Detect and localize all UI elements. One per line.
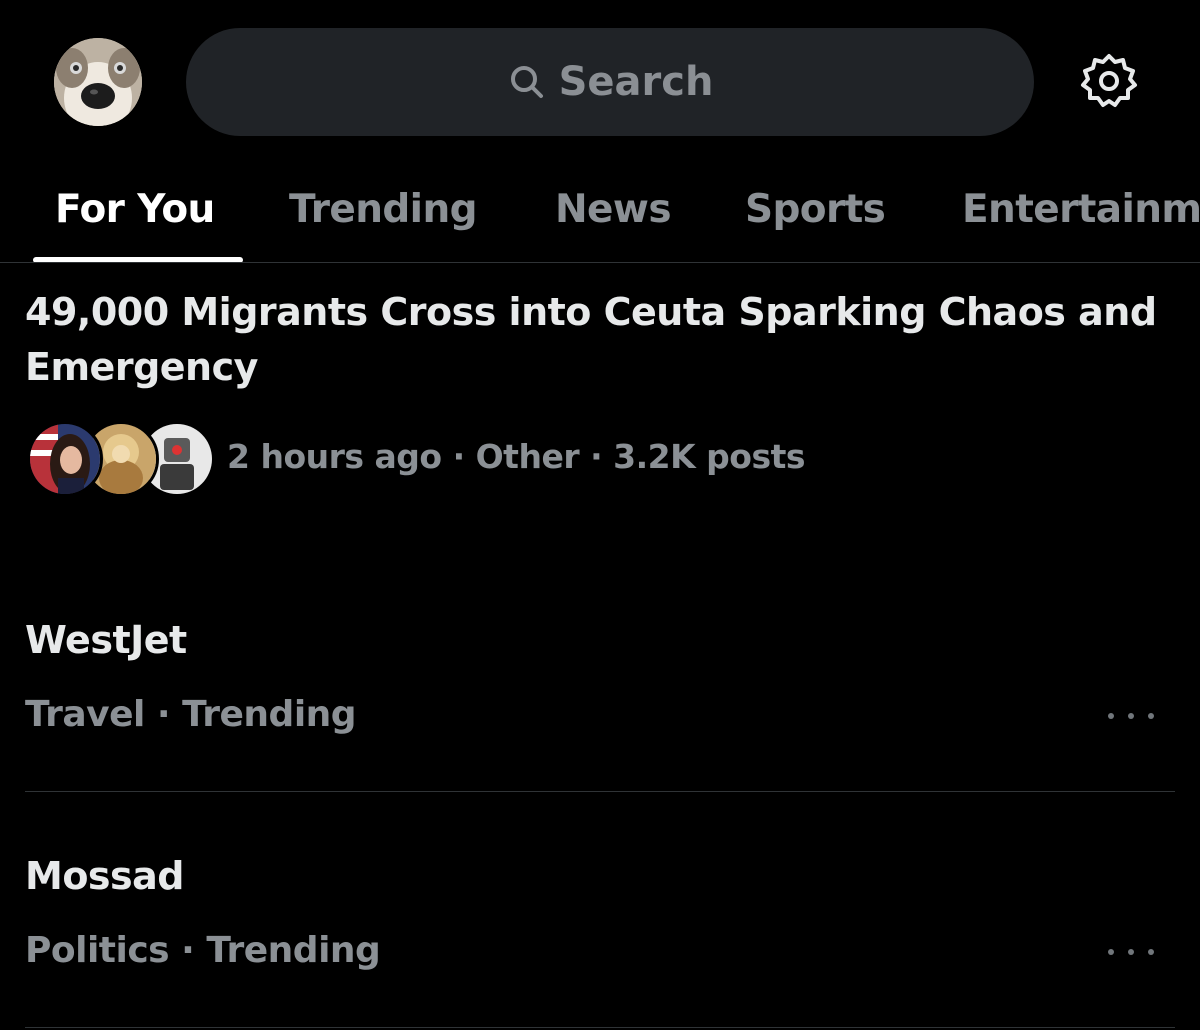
meta-separator: · <box>590 437 603 476</box>
trend-meta: Politics · Trending <box>25 930 381 971</box>
story-meta: 2 hours ago · Other · 3.2K posts <box>25 419 1185 499</box>
meta-separator: · <box>156 694 171 735</box>
avatar <box>27 421 103 497</box>
more-options-icon[interactable] <box>1108 706 1154 726</box>
story-title: 49,000 Migrants Cross into Ceuta Sparkin… <box>25 290 1157 389</box>
trend-meta: Travel · Trending <box>25 694 357 735</box>
gear-icon[interactable] <box>1078 50 1140 112</box>
list-divider <box>25 791 1175 792</box>
search-icon <box>507 62 547 102</box>
story-category: Other <box>475 437 580 476</box>
news-story[interactable]: 49,000 Migrants Cross into Ceuta Sparkin… <box>0 263 1200 513</box>
trend-name: WestJet <box>25 618 187 662</box>
explore-page: Search For You Trending News Sports Ente… <box>0 0 1200 1030</box>
list-divider <box>25 1027 1175 1028</box>
trend-category: Travel <box>25 694 145 735</box>
meta-separator: · <box>181 930 195 971</box>
story-post-count: 3.2K posts <box>613 437 806 476</box>
tab-entertainment[interactable]: Entertainment <box>962 180 1200 240</box>
trend-category: Politics <box>25 930 170 971</box>
explore-tabs: For You Trending News Sports Entertainme… <box>0 160 1200 263</box>
tab-news[interactable]: News <box>555 180 672 240</box>
top-bar: Search <box>0 0 1200 160</box>
trend-item-mossad[interactable]: Mossad Politics · Trending <box>0 828 1200 1030</box>
tab-trending[interactable]: Trending <box>289 180 478 240</box>
facepile <box>27 421 215 497</box>
search-bar[interactable]: Search <box>186 28 1034 136</box>
trend-status: Trending <box>206 930 381 971</box>
dog-avatar-image <box>54 38 142 126</box>
trend-status: Trending <box>182 694 357 735</box>
search-placeholder: Search <box>558 59 714 105</box>
tab-for-you[interactable]: For You <box>55 180 215 240</box>
more-options-icon[interactable] <box>1108 942 1154 962</box>
trend-name: Mossad <box>25 854 185 898</box>
meta-separator: · <box>452 437 466 476</box>
profile-avatar[interactable] <box>54 38 142 126</box>
story-time: 2 hours ago <box>227 437 442 476</box>
tab-sports[interactable]: Sports <box>745 180 886 240</box>
story-info: 2 hours ago · Other · 3.2K posts <box>227 437 806 476</box>
trend-item-westjet[interactable]: WestJet Travel · Trending <box>0 592 1200 828</box>
